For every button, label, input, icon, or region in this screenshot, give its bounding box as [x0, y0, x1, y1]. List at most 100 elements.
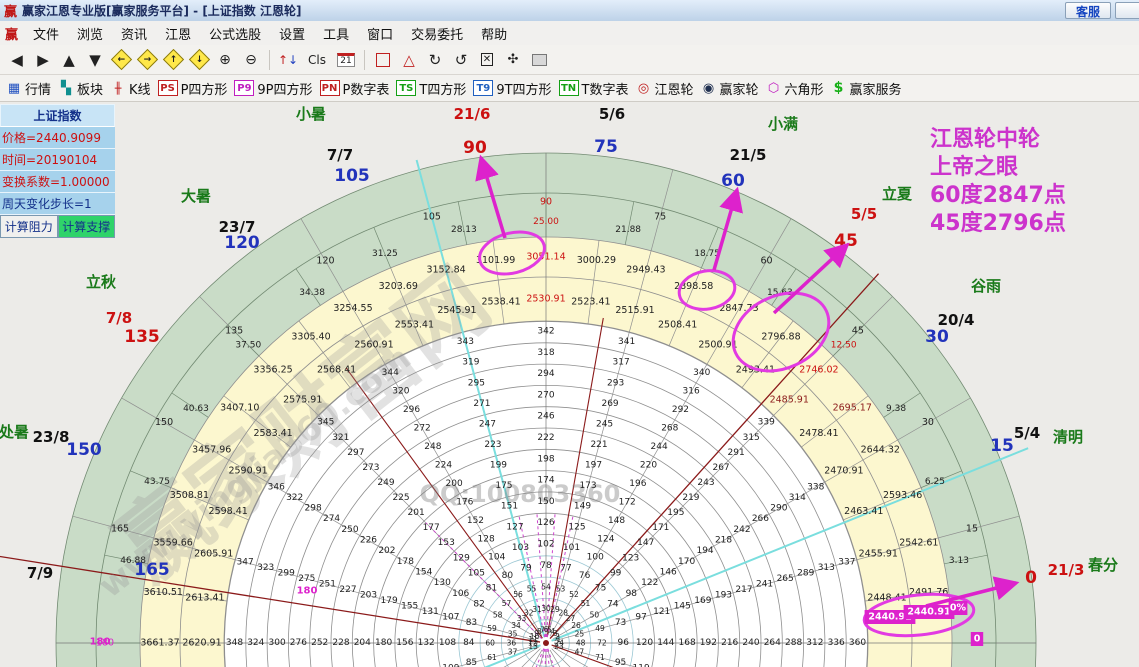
wheel-number: 155 [401, 601, 418, 611]
nav-down-icon[interactable]: ▼ [83, 48, 107, 72]
tool-赢家轮[interactable]: ◉ 赢家轮 [701, 79, 759, 98]
wheel-number: 79 [520, 563, 532, 573]
calendar-icon[interactable]: 21 [334, 48, 358, 72]
menu-item-资讯[interactable]: 资讯 [112, 22, 156, 45]
rotate-cw-icon[interactable]: ↻ [423, 48, 447, 72]
ring-value: 3508.81 [170, 490, 209, 501]
wheel-number: 293 [607, 378, 624, 388]
zoom-in-icon[interactable]: ⊕ [213, 48, 237, 72]
wheel-number: 99 [610, 568, 622, 578]
outer-label-21/3: 21/3 [1048, 561, 1085, 579]
menu-item-设置[interactable]: 设置 [270, 22, 314, 45]
ring-value: 30 [922, 417, 934, 428]
wheel-number: 323 [257, 563, 274, 573]
wheel-number: 124 [597, 534, 614, 544]
partial-edge-button[interactable] [1115, 2, 1139, 19]
wheel-number: 288 [785, 638, 802, 648]
tool-T数字表[interactable]: TN T数字表 [558, 79, 629, 98]
client-service-button[interactable]: 客服 [1064, 2, 1111, 19]
menu-item-窗口[interactable]: 窗口 [358, 22, 402, 45]
diamond-down-icon[interactable]: ↓ [187, 48, 211, 72]
wheel-number: 60 [485, 639, 495, 648]
wheel-number: 128 [478, 534, 495, 544]
wheel-number: 198 [537, 454, 554, 464]
wheel-number: 170 [678, 557, 695, 567]
zoom-out-icon[interactable]: ⊖ [239, 48, 263, 72]
wheel-number: 298 [305, 504, 322, 514]
menu-item-交易委托[interactable]: 交易委托 [402, 22, 472, 45]
wheel-number: 178 [397, 557, 414, 567]
magenta-label: 180 [90, 637, 111, 648]
ring-value: 2796.88 [761, 331, 800, 342]
menu-item-工具[interactable]: 工具 [314, 22, 358, 45]
ring-value: 2695.17 [833, 403, 872, 414]
tool-label: 赢家轮 [719, 82, 759, 98]
tool-9T四方形[interactable]: T9 9T四方形 [473, 79, 552, 98]
wheel-number: 147 [637, 538, 654, 548]
nav-right-icon[interactable]: ▶ [31, 48, 55, 72]
tool-板块[interactable]: ▚ 板块 [58, 79, 103, 98]
wheel-number: 199 [490, 461, 507, 471]
tool-P四方形[interactable]: PS P四方形 [157, 79, 227, 98]
diamond-right-icon[interactable]: → [135, 48, 159, 72]
tool-P数字表[interactable]: PN P数字表 [319, 79, 389, 98]
blocks-icon: ▚ [61, 80, 72, 96]
wheel-number: 131 [422, 607, 439, 617]
square-tool-icon[interactable] [371, 48, 395, 72]
wheel-number: 29 [550, 605, 560, 614]
tools-toolbar: ▦ 行情 ▚ 板块 ╫ K线 PS P四方形 P9 9P四方形 PN P数字表 TS T四方形 T9 9T四方… [0, 75, 1139, 102]
outer-label-120: 120 [224, 233, 260, 253]
wheel-number: 49 [595, 624, 605, 633]
wheel-number: 121 [653, 607, 670, 617]
tool-K线[interactable]: ╫ K线 [110, 79, 151, 98]
diamond-left-icon[interactable]: ← [109, 48, 133, 72]
wheel-number: 96 [617, 638, 629, 648]
ring-value: 2583.41 [253, 428, 292, 439]
wheel-number: 48 [576, 639, 586, 648]
nav-up-icon[interactable]: ▲ [57, 48, 81, 72]
wheel-number: 75 [595, 583, 606, 593]
wheel-number: 30 [541, 604, 551, 613]
tool-T四方形[interactable]: TS T四方形 [396, 79, 466, 98]
menu-item-公式选股[interactable]: 公式选股 [200, 22, 270, 45]
tool-9P四方形[interactable]: P9 9P四方形 [234, 79, 313, 98]
计算支撑-button[interactable]: 计算支撑 [57, 215, 115, 238]
tool-江恩轮[interactable]: ◎ 江恩轮 [636, 79, 694, 98]
计算阻力-button[interactable]: 计算阻力 [0, 215, 58, 238]
wheel-number: 176 [456, 497, 473, 507]
panel-buttons: 计算阻力 计算支撑 [0, 215, 115, 238]
TS-icon: TS [396, 80, 417, 96]
scale-icon[interactable]: ↑↓ [276, 48, 300, 72]
diamond-up-icon[interactable]: ↑ [161, 48, 185, 72]
wheel-number: 336 [828, 638, 845, 648]
cls-button[interactable]: Cls [302, 48, 332, 72]
wheel-number: 106 [452, 589, 469, 599]
outer-label-小满: 小满 [768, 115, 798, 133]
wheel-number: 13 [528, 642, 538, 651]
menu-item-江恩[interactable]: 江恩 [156, 22, 200, 45]
wheel-number: 129 [453, 553, 470, 563]
wheel-number: 297 [347, 448, 364, 458]
magenta-label: 180 [297, 586, 318, 597]
rotate-ccw-icon[interactable]: ↺ [449, 48, 473, 72]
tool-行情[interactable]: ▦ 行情 [6, 79, 51, 98]
box-x-icon[interactable]: ✕ [475, 48, 499, 72]
menu-item-文件[interactable]: 文件 [24, 22, 68, 45]
ring-value: 2568.41 [317, 365, 356, 376]
menu-item-帮助[interactable]: 帮助 [472, 22, 516, 45]
screen-icon[interactable] [527, 48, 551, 72]
wheel-number: 54 [541, 583, 551, 592]
outer-label-30: 30 [925, 327, 949, 347]
center-cross-icon[interactable]: ✣ [501, 48, 525, 72]
triangle-tool-icon[interactable]: △ [397, 48, 421, 72]
wheel-number: 78 [540, 561, 552, 571]
nav-left-icon[interactable]: ◀ [5, 48, 29, 72]
tool-六角形[interactable]: ⬡ 六角形 [766, 79, 824, 98]
outer-label-小暑: 小暑 [296, 105, 326, 123]
tool-赢家服务[interactable]: $ 赢家服务 [831, 79, 902, 98]
menu-item-浏览[interactable]: 浏览 [68, 22, 112, 45]
tool-label: T数字表 [581, 82, 629, 98]
ring-value: 3000.29 [577, 255, 616, 266]
app-logo-icon: 赢 [4, 5, 18, 20]
instrument-rows: 价格=2440.9099 时间=20190104 变换系数=1.00000 周天变化步… [0, 127, 115, 215]
